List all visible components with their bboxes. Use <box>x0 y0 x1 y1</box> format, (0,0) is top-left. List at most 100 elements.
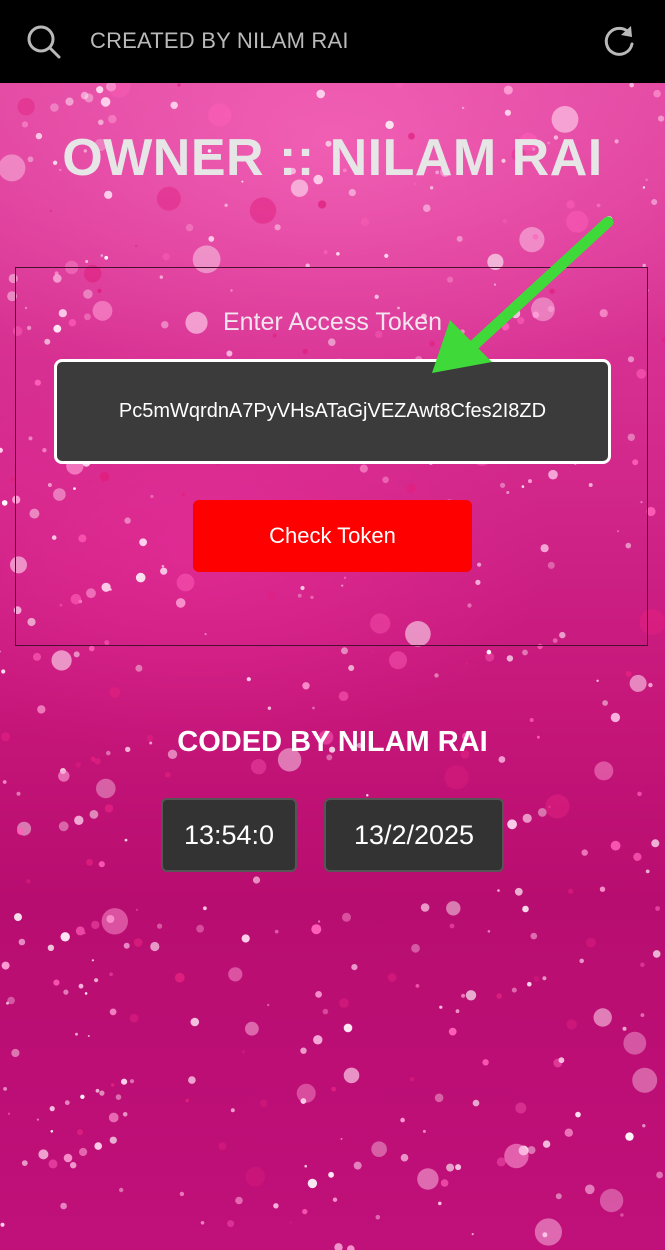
glitter-sparkle <box>134 244 138 248</box>
glitter-sparkle <box>637 791 642 797</box>
glitter-sparkle <box>185 223 194 232</box>
glitter-sparkle <box>104 255 109 260</box>
glitter-sparkle <box>599 1188 624 1213</box>
glitter-sparkle <box>599 886 606 892</box>
glitter-sparkle <box>185 1098 189 1103</box>
glitter-sparkle <box>135 908 139 912</box>
glitter-sparkle <box>162 253 170 261</box>
glitter-sparkle <box>274 224 281 231</box>
glitter-sparkle <box>506 655 514 662</box>
check-token-button[interactable]: Check Token <box>193 500 472 572</box>
glitter-sparkle <box>109 1136 117 1144</box>
glitter-sparkle <box>527 1146 536 1155</box>
glitter-sparkle <box>360 217 370 227</box>
glitter-sparkle <box>98 119 104 126</box>
glitter-sparkle <box>533 975 540 982</box>
glitter-sparkle <box>64 1100 70 1106</box>
glitter-sparkle <box>75 926 85 936</box>
glitter-sparkle <box>100 254 104 257</box>
glitter-sparkle <box>444 765 469 790</box>
glitter-sparkle <box>1 500 8 506</box>
glitter-sparkle <box>449 923 455 929</box>
glitter-sparkle <box>610 712 621 723</box>
glitter-sparkle <box>496 993 503 999</box>
glitter-sparkle <box>623 1031 647 1055</box>
glitter-sparkle <box>503 85 513 95</box>
glitter-sparkle <box>80 1094 85 1099</box>
glitter-sparkle <box>652 950 661 958</box>
glitter-sparkle <box>542 1140 551 1148</box>
glitter-sparkle <box>564 1128 573 1137</box>
glitter-sparkle <box>11 1048 20 1058</box>
glitter-sparkle <box>585 1184 595 1195</box>
glitter-sparkle <box>434 673 439 678</box>
coded-by-label: CODED BY NILAM RAI <box>177 726 488 758</box>
glitter-sparkle <box>629 83 634 88</box>
glitter-sparkle <box>49 209 52 213</box>
glitter-sparkle <box>179 1191 185 1197</box>
glitter-sparkle <box>420 903 430 912</box>
glitter-sparkle <box>121 1078 128 1085</box>
glitter-sparkle <box>14 913 22 922</box>
glitter-sparkle <box>455 1164 462 1171</box>
glitter-sparkle <box>620 1213 624 1217</box>
glitter-sparkle <box>629 674 647 692</box>
time-display: 13:54:0 <box>161 798 297 872</box>
glitter-sparkle <box>165 772 171 778</box>
glitter-sparkle <box>16 791 21 796</box>
green-arrow-annotation <box>432 216 614 373</box>
glitter-sparkle <box>36 1118 40 1121</box>
glitter-sparkle <box>625 670 632 677</box>
glitter-sparkle <box>101 908 128 935</box>
glitter-sparkle <box>188 1076 196 1084</box>
glitter-sparkle <box>387 973 397 982</box>
glitter-sparkle <box>461 993 466 998</box>
glitter-sparkle <box>157 923 163 929</box>
glitter-sparkle <box>568 888 574 894</box>
glitter-sparkle <box>228 967 243 982</box>
glitter-sparkle <box>47 944 55 951</box>
glitter-sparkle <box>289 1221 292 1224</box>
glitter-sparkle <box>150 941 160 952</box>
glitter-sparkle <box>267 1003 270 1007</box>
glitter-sparkle <box>307 1178 318 1189</box>
glitter-sparkle <box>0 447 3 453</box>
glitter-sparkle <box>411 943 420 953</box>
glitter-sparkle <box>446 1163 455 1172</box>
glitter-sparkle <box>3 1087 7 1091</box>
glitter-sparkle <box>124 838 128 842</box>
glitter-sparkle <box>487 930 491 933</box>
glitter-sparkle <box>438 1201 442 1206</box>
glitter-sparkle <box>339 998 349 1008</box>
glitter-sparkle <box>496 1157 506 1167</box>
refresh-icon[interactable] <box>600 22 638 60</box>
glitter-sparkle <box>26 879 31 884</box>
glitter-sparkle <box>60 932 70 942</box>
glitter-sparkle <box>77 1129 83 1136</box>
glitter-sparkle <box>86 859 93 866</box>
glitter-sparkle <box>208 236 215 242</box>
glitter-sparkle <box>1 669 6 674</box>
glitter-sparkle <box>323 250 328 255</box>
glitter-sparkle <box>0 1222 5 1227</box>
glitter-sparkle <box>6 1001 9 1005</box>
glitter-sparkle <box>486 649 492 655</box>
glitter-sparkle <box>79 1147 88 1157</box>
glitter-sparkle <box>250 759 267 775</box>
glitter-sparkle <box>434 1093 444 1103</box>
search-icon[interactable] <box>26 24 62 60</box>
glitter-sparkle <box>312 706 315 710</box>
glitter-sparkle <box>241 934 250 943</box>
glitter-sparkle <box>315 991 322 998</box>
glitter-sparkle <box>94 1142 102 1150</box>
glitter-sparkle <box>371 650 374 653</box>
glitter-sparkle <box>230 1108 235 1113</box>
glitter-sparkle <box>348 665 355 671</box>
glitter-sparkle <box>482 1059 489 1066</box>
glitter-sparkle <box>515 1102 527 1114</box>
glitter-sparkle <box>446 901 461 916</box>
glitter-sparkle <box>249 197 277 224</box>
glitter-sparkle <box>348 189 356 197</box>
glitter-sparkle <box>347 1245 355 1250</box>
glitter-sparkle <box>558 1057 565 1064</box>
